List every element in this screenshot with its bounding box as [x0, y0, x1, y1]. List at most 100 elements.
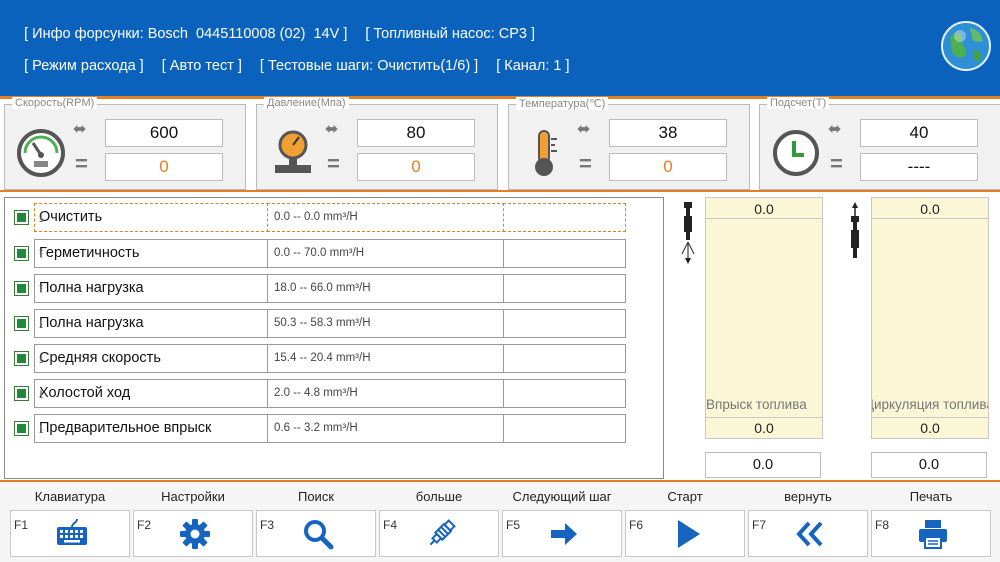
print-button[interactable]: F8	[871, 510, 991, 557]
fkey-label: больше	[415, 489, 463, 504]
fkey-label: Печать	[909, 489, 953, 504]
injection-caption-text: Впрыск топлива	[706, 397, 807, 412]
more-button[interactable]: F4	[379, 510, 499, 557]
mode-label: [ Режим расхода ]	[24, 58, 144, 74]
return-level-bar: 0.0 Циркуляция топлива 0.0	[871, 197, 989, 439]
injection-level-bar: 0.0 Впрыск топлива 0.0	[705, 197, 823, 439]
fkey-label: Старт	[667, 489, 703, 504]
start-button[interactable]: F6	[625, 510, 745, 557]
step-result-cell	[503, 239, 626, 268]
step-checkbox[interactable]	[14, 351, 29, 366]
fkey-number: F7	[752, 518, 767, 532]
step-range: 18.0 -- 66.0 mm³/H	[274, 282, 371, 294]
step-name-cell: Полна нагрузка ⭱	[34, 274, 269, 303]
clock-icon	[773, 130, 819, 176]
injector-nozzle-up-icon	[851, 202, 859, 258]
step-range-cell: 18.0 -- 66.0 mm³/H	[267, 274, 505, 303]
counter-set-value[interactable]: 40	[860, 119, 978, 147]
set-arrow-icon: ⬌	[325, 121, 339, 138]
return-button[interactable]: F7	[748, 510, 868, 557]
actual-equals-icon: =	[579, 151, 592, 176]
fkey-number: F8	[875, 518, 890, 532]
step-checkbox[interactable]	[14, 421, 29, 436]
temperature-actual-value: 0	[609, 153, 727, 181]
step-range-cell: 0.6 -- 3.2 mm³/H	[267, 414, 505, 443]
injection-result: 0.0	[705, 452, 821, 478]
play-icon	[678, 520, 700, 548]
auto-test-label: [ Авто тест ]	[161, 58, 242, 74]
pressure-gauge-icon	[275, 130, 311, 173]
keyboard-icon	[57, 518, 87, 545]
step-row[interactable]: Холостой ход ⭳ 2.0 -- 4.8 mm³/H	[9, 379, 627, 408]
injector-nozzle-down-icon	[681, 202, 695, 264]
step-result-cell	[503, 203, 626, 232]
step-range: 50.3 -- 58.3 mm³/H	[274, 317, 371, 329]
next-step-button[interactable]: F5	[502, 510, 622, 557]
step-checkbox[interactable]	[14, 386, 29, 401]
step-name-cell: Средняя скорость ⭳	[34, 344, 269, 373]
counter-label: Подсчет(T)	[767, 97, 830, 109]
fkey-number: F1	[14, 518, 29, 532]
step-row[interactable]: Герметичность ⭱ 0.0 -- 70.0 mm³/H	[9, 239, 627, 268]
temperature-gauge-panel: Температура(℃) ⬌ = 38 0	[508, 97, 750, 190]
injection-bottom-value: 0.0	[706, 417, 822, 438]
fkey-label: Клавиатура	[34, 489, 106, 504]
down-arrow-icon: ⭳	[39, 387, 44, 401]
thermometer-icon	[535, 130, 557, 176]
pressure-gauge-panel: Давление(Мпа) ⬌ = 80 0	[256, 97, 498, 190]
step-result-cell	[503, 344, 626, 373]
fkey-label: вернуть	[784, 489, 832, 504]
pressure-set-value[interactable]: 80	[357, 119, 475, 147]
step-row[interactable]: Полна нагрузка ⭱ 18.0 -- 66.0 mm³/H	[9, 274, 627, 303]
return-caption: Циркуляция топлива	[872, 397, 988, 412]
step-row[interactable]: Полна нагрузка ⭳ 50.3 -- 58.3 mm³/H	[9, 309, 627, 338]
step-row[interactable]: Предварительное впрыск ⭳ 0.6 -- 3.2 mm³/H	[9, 414, 627, 443]
step-range-cell: 15.4 -- 20.4 mm³/H	[267, 344, 505, 373]
up-arrow-icon: ⭱	[39, 247, 44, 261]
fkey-number: F3	[260, 518, 275, 532]
printer-icon	[919, 520, 947, 549]
temperature-set-value[interactable]: 38	[609, 119, 727, 147]
injection-caption: Впрыск топлива	[706, 397, 822, 412]
test-steps-label: [ Тестовые шаги: Очистить(1/6) ]	[259, 58, 479, 74]
step-row[interactable]: Средняя скорость ⭳ 15.4 -- 20.4 mm³/H	[9, 344, 627, 373]
set-arrow-icon: ⬌	[828, 121, 842, 138]
fkey-number: F4	[383, 518, 398, 532]
pressure-label: Давление(Мпа)	[264, 97, 349, 109]
return-bottom-value: 0.0	[872, 417, 988, 438]
actual-equals-icon: =	[75, 151, 88, 176]
channel-label: [ Канал: 1 ]	[496, 58, 570, 74]
settings-button[interactable]: F2	[133, 510, 253, 557]
fkey-number: F5	[506, 518, 521, 532]
fkey-number: F6	[629, 518, 644, 532]
return-top-value: 0.0	[872, 198, 988, 219]
speed-set-value[interactable]: 600	[105, 119, 223, 147]
set-arrow-icon: ⬌	[577, 121, 591, 138]
down-arrow-icon: ⭳	[39, 422, 44, 436]
step-checkbox[interactable]	[14, 246, 29, 261]
arrow-right-icon	[551, 523, 577, 545]
speed-label: Скорость(RPM)	[12, 97, 98, 109]
fkey-label: Поиск	[297, 489, 335, 504]
fkey-label: Настройки	[161, 489, 225, 504]
double-chevron-left-icon	[796, 521, 823, 547]
step-checkbox[interactable]	[14, 281, 29, 296]
injector-icon	[429, 519, 456, 546]
step-row[interactable]: Очистить ⭳ 0.0 -- 0.0 mm³/H	[9, 203, 627, 232]
step-checkbox[interactable]	[14, 210, 29, 225]
step-checkbox[interactable]	[14, 316, 29, 331]
injector-info: [ Инфо форсунки: Bosch 0445110008 (02) 1…	[24, 26, 348, 42]
search-button[interactable]: F3	[256, 510, 376, 557]
gear-icon	[180, 519, 210, 549]
globe-icon[interactable]	[940, 20, 992, 72]
step-range: 2.0 -- 4.8 mm³/H	[274, 387, 358, 399]
actual-equals-icon: =	[327, 151, 340, 176]
fkey-number: F2	[137, 518, 152, 532]
injection-top-value: 0.0	[706, 198, 822, 219]
step-result-cell	[503, 379, 626, 408]
keyboard-button[interactable]: F1	[10, 510, 130, 557]
step-name-cell: Герметичность ⭱	[34, 239, 269, 268]
return-caption-text: Циркуляция топлива	[872, 397, 988, 412]
pressure-actual-value: 0	[357, 153, 475, 181]
top-info-bar: [ Инфо форсунки: Bosch 0445110008 (02) 1…	[0, 0, 1000, 96]
